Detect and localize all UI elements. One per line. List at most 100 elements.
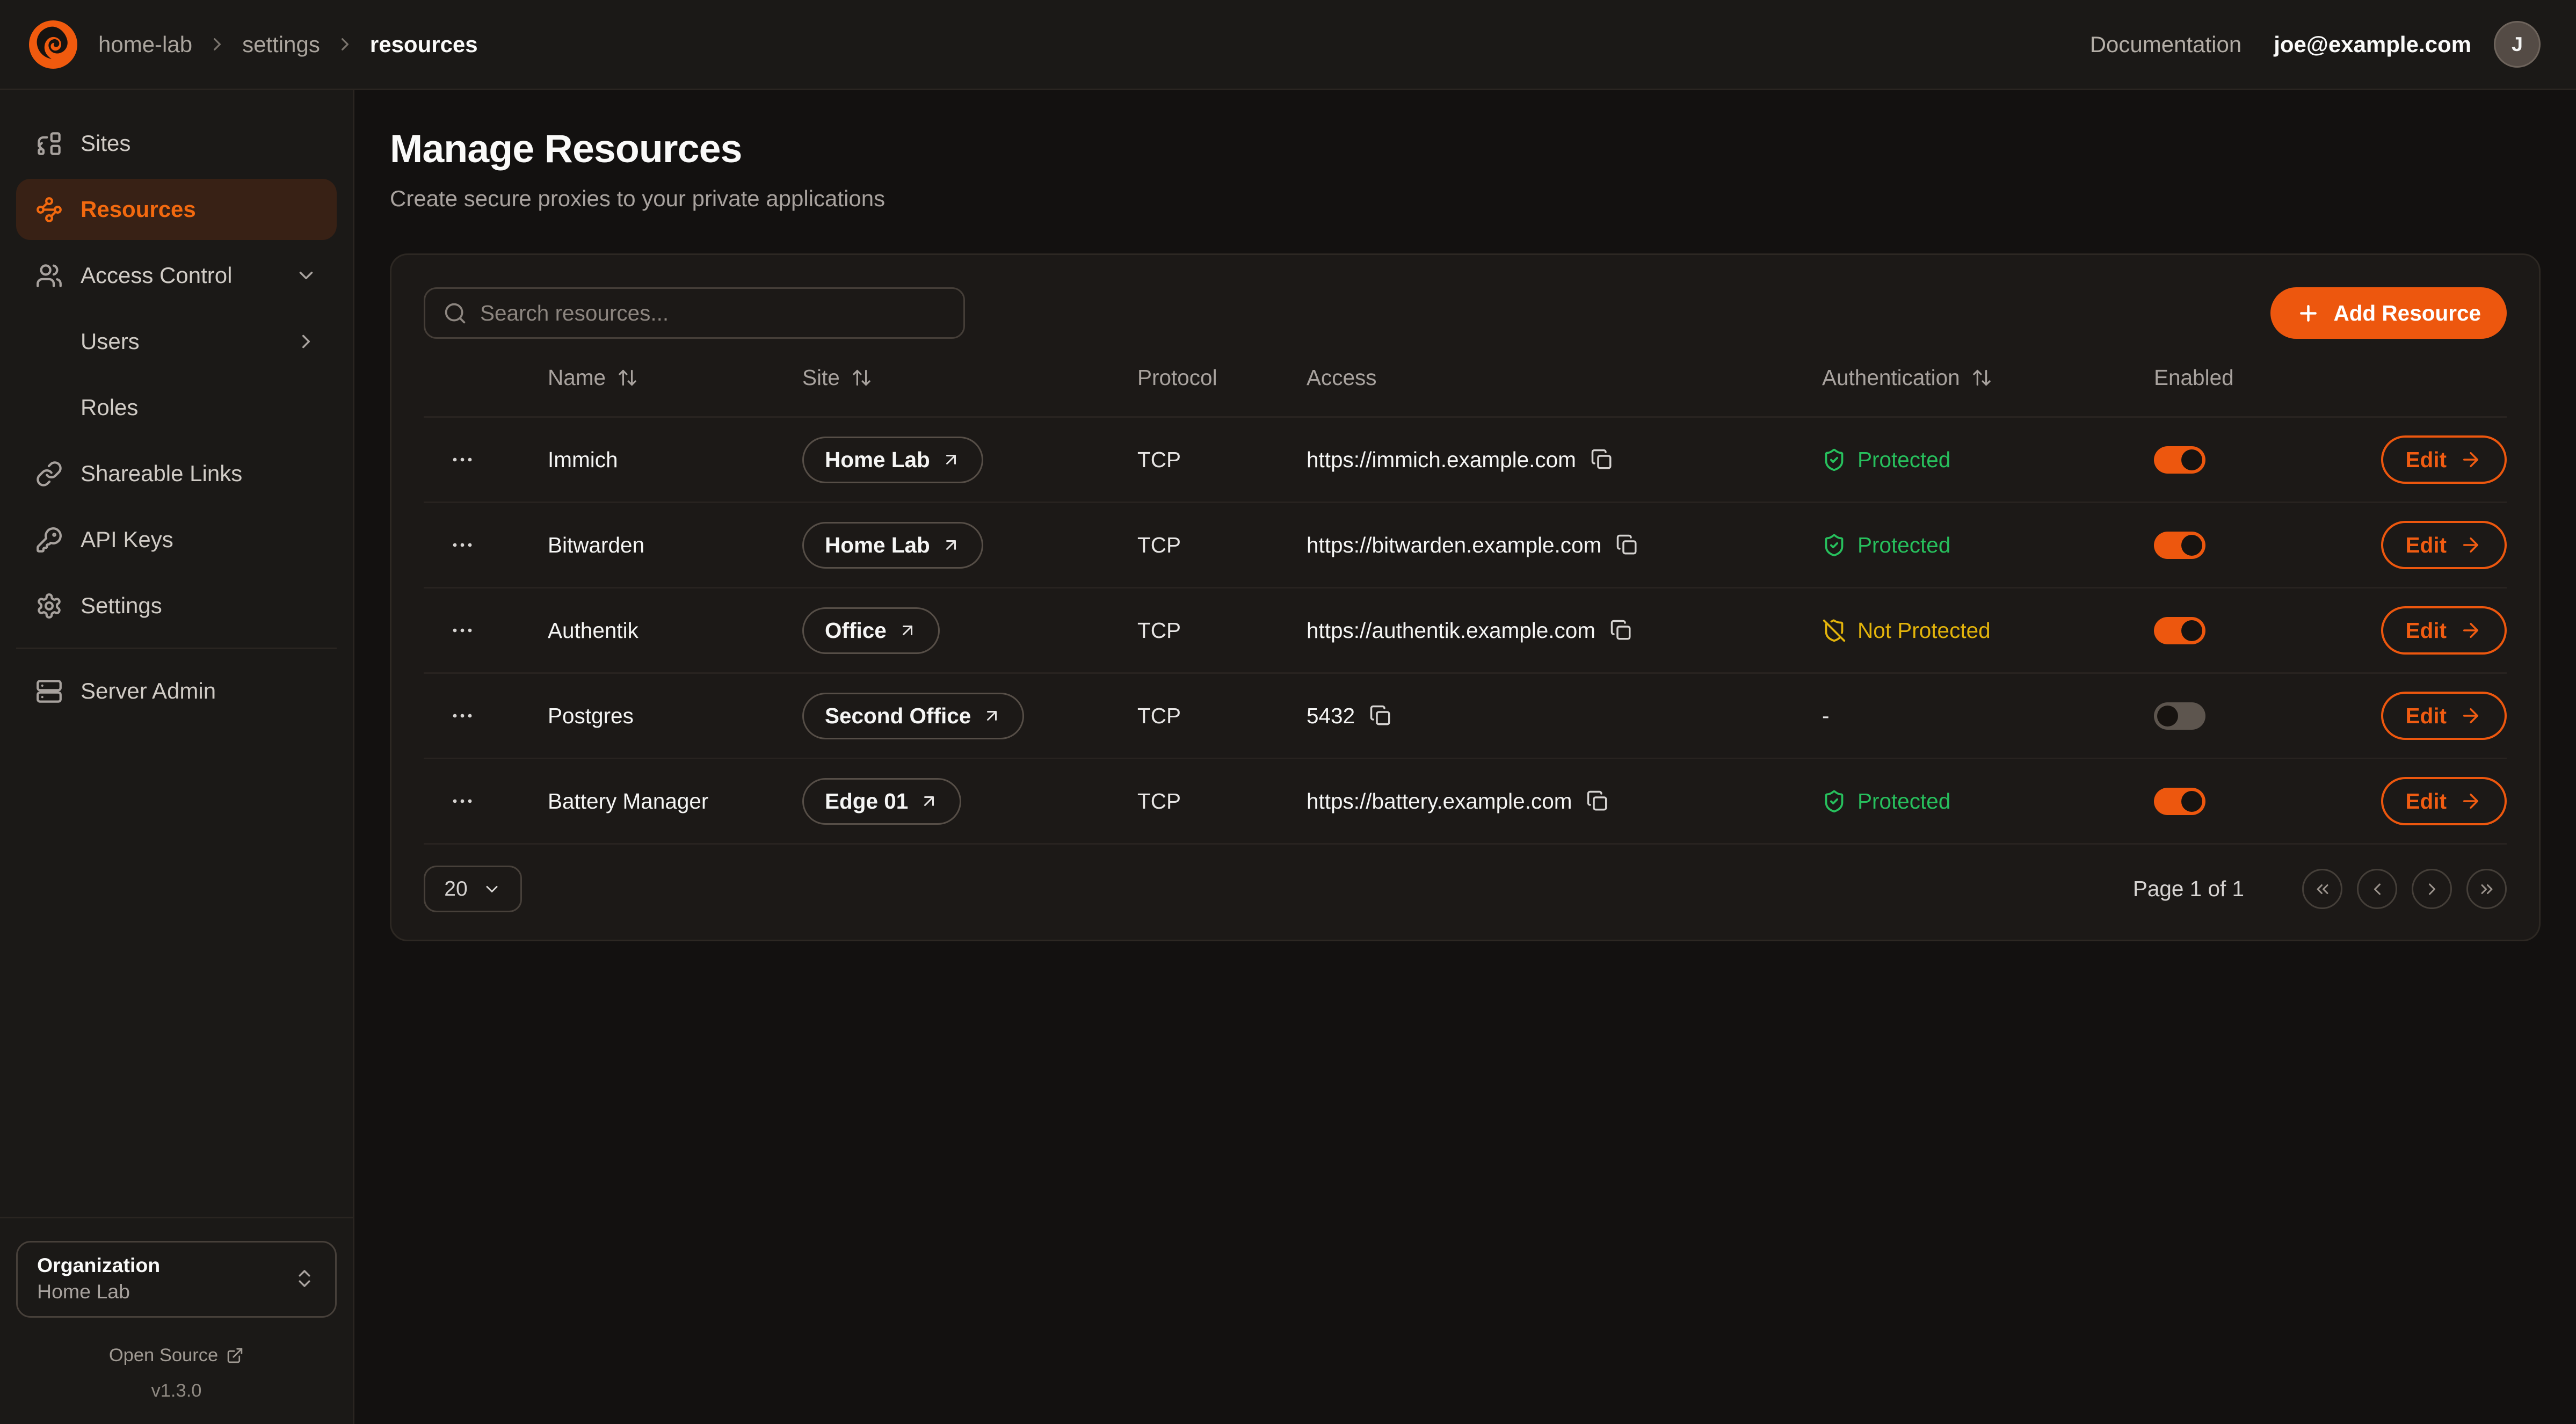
sidebar-item-api-keys[interactable]: API Keys [16,509,337,570]
sidebar-item-server-admin[interactable]: Server Admin [16,660,337,722]
copy-icon[interactable] [1616,534,1638,556]
breadcrumb-settings[interactable]: settings [242,32,320,57]
pagination: 20 Page 1 of 1 [424,866,2507,912]
open-source-link[interactable]: Open Source [16,1345,337,1366]
resources-card: Add Resource Name Site Protocol Access A… [390,253,2541,941]
breadcrumb: home-lab settings resources [98,32,478,57]
sidebar-item-resources[interactable]: Resources [16,179,337,240]
sidebar-item-label: Shareable Links [81,461,242,486]
sidebar-item-label: API Keys [81,527,173,553]
copy-icon[interactable] [1591,448,1613,471]
sidebar-item-label: Roles [81,395,138,420]
user-email[interactable]: joe@example.com [2274,32,2471,57]
table-row: Postgres Second Office TCP 5432 - [424,674,2507,759]
edit-button[interactable]: Edit [2381,606,2507,655]
edit-button[interactable]: Edit [2381,435,2507,484]
previous-page-button[interactable] [2357,869,2397,909]
organization-selector[interactable]: Organization Home Lab [16,1241,337,1318]
sidebar-item-label: Server Admin [81,678,216,704]
search-input[interactable] [480,301,946,326]
site-link-button[interactable]: Office [802,607,940,654]
sidebar-footer: Organization Home Lab Open Source v1.3.0 [0,1217,353,1424]
edit-button[interactable]: Edit [2381,777,2507,825]
organization-label: Organization [37,1254,160,1277]
first-page-button[interactable] [2302,869,2342,909]
chevrons-up-down-icon [293,1267,316,1290]
server-icon [35,678,63,705]
sidebar-item-roles[interactable]: Roles [16,377,337,438]
sidebar-divider [16,648,337,649]
enabled-toggle[interactable] [2154,788,2205,815]
authentication-status: - [1822,703,2154,729]
column-header-name[interactable]: Name [548,365,802,390]
sidebar-item-label: Resources [81,197,196,222]
site-link-button[interactable]: Home Lab [802,437,983,483]
resource-protocol: TCP [1137,618,1307,643]
site-link-button[interactable]: Edge 01 [802,778,961,825]
column-header-authentication[interactable]: Authentication [1822,365,2154,390]
enabled-toggle[interactable] [2154,617,2205,644]
column-header-access: Access [1307,365,1822,390]
gear-icon [35,592,63,620]
table-row: Battery Manager Edge 01 TCP https://batt… [424,759,2507,845]
arrow-right-icon [2459,534,2482,556]
resource-name: Postgres [548,703,802,729]
edit-button[interactable]: Edit [2381,692,2507,740]
row-menu-button[interactable] [446,444,478,476]
resource-access: https://authentik.example.com [1307,618,1595,643]
copy-icon[interactable] [1369,704,1392,727]
sidebar-item-settings[interactable]: Settings [16,575,337,636]
authentication-status: Protected [1822,789,2154,814]
add-resource-button[interactable]: Add Resource [2270,287,2507,339]
sort-icon [617,367,638,388]
resource-protocol: TCP [1137,703,1307,729]
authentication-status: Not Protected [1822,618,2154,643]
site-link-button[interactable]: Second Office [802,693,1024,739]
breadcrumb-resources: resources [370,32,478,57]
arrow-up-right-icon [919,791,939,811]
sort-icon [851,367,872,388]
plus-icon [2296,301,2320,325]
organization-value: Home Lab [37,1280,160,1303]
next-page-button[interactable] [2412,869,2452,909]
shield-check-icon [1822,533,1846,557]
site-link-button[interactable]: Home Lab [802,522,983,569]
page-size-select[interactable]: 20 [424,866,522,912]
sidebar-item-access-control[interactable]: Access Control [16,245,337,306]
sidebar-item-label: Settings [81,593,162,619]
table-body: Immich Home Lab TCP https://immich.examp… [424,418,2507,845]
last-page-button[interactable] [2466,869,2507,909]
copy-icon[interactable] [1610,619,1632,642]
site-name: Home Lab [825,447,930,473]
row-menu-button[interactable] [446,529,478,561]
resource-protocol: TCP [1137,789,1307,814]
edit-label: Edit [2406,789,2447,814]
shield-check-icon [1822,448,1846,472]
authentication-label: Protected [1857,789,1950,814]
table-header: Name Site Protocol Access Authentication… [424,339,2507,418]
breadcrumb-org[interactable]: home-lab [98,32,192,57]
enabled-toggle[interactable] [2154,446,2205,474]
row-menu-button[interactable] [446,614,478,646]
version-label: v1.3.0 [16,1381,337,1401]
column-header-site[interactable]: Site [802,365,1137,390]
sidebar-item-users[interactable]: Users [16,311,337,372]
enabled-toggle[interactable] [2154,532,2205,559]
table-row: Bitwarden Home Lab TCP https://bitwarden… [424,503,2507,589]
copy-icon[interactable] [1586,790,1609,812]
enabled-toggle[interactable] [2154,702,2205,730]
sidebar-item-shareable-links[interactable]: Shareable Links [16,443,337,504]
row-menu-button[interactable] [446,785,478,817]
pangolin-logo-icon[interactable] [27,19,79,70]
documentation-link[interactable]: Documentation [2090,32,2242,57]
site-name: Office [825,618,887,643]
sidebar-item-sites[interactable]: Sites [16,113,337,174]
row-menu-button[interactable] [446,700,478,732]
add-resource-label: Add Resource [2333,301,2481,326]
shield-check-icon [1822,789,1846,813]
authentication-label: Protected [1857,447,1950,473]
sidebar-item-label: Access Control [81,263,232,288]
table-row: Immich Home Lab TCP https://immich.examp… [424,418,2507,503]
avatar[interactable]: J [2494,21,2541,68]
edit-button[interactable]: Edit [2381,521,2507,569]
